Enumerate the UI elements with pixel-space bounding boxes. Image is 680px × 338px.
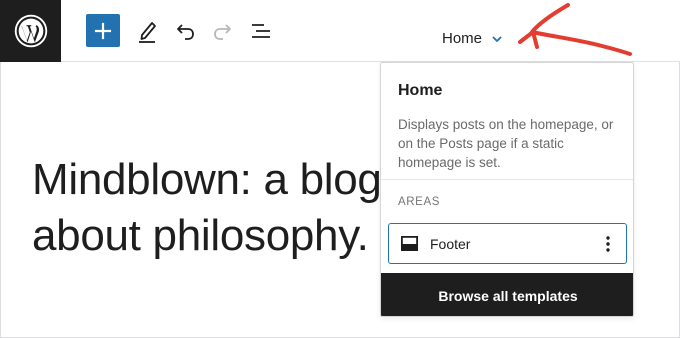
redo-icon [214,24,231,40]
popover-title: Home [398,82,443,99]
undo-button[interactable] [173,19,197,43]
list-view-button[interactable] [249,19,273,43]
popover-divider [381,179,633,180]
areas-label: AREAS [398,196,440,208]
pencil-icon [139,22,156,43]
footer-layout-icon [401,236,418,251]
post-heading[interactable]: Mindblown: a blog about philosophy. [32,152,392,264]
document-title-button[interactable]: Home [442,30,482,48]
more-vertical-dots [606,236,610,252]
tools-button[interactable] [135,18,159,44]
add-block-button[interactable] [86,14,120,47]
chevron-down-icon[interactable] [489,31,505,47]
wordpress-logo-svg [14,14,47,48]
browse-all-templates-button[interactable]: Browse all templates [381,273,633,316]
undo-icon [177,24,194,40]
plus-icon [94,22,112,39]
area-item-footer[interactable]: Footer [388,223,627,264]
red-annotation-arrow [518,3,632,56]
redo-button[interactable] [211,19,235,43]
more-vertical-icon[interactable] [598,233,618,255]
template-details-popover: Home Displays posts on the homepage, or … [380,62,634,317]
wordpress-logo-icon[interactable] [0,0,61,62]
popover-description: Displays posts on the homepage, or on th… [398,117,614,170]
list-view-icon [252,24,270,38]
area-item-label: Footer [430,236,471,252]
